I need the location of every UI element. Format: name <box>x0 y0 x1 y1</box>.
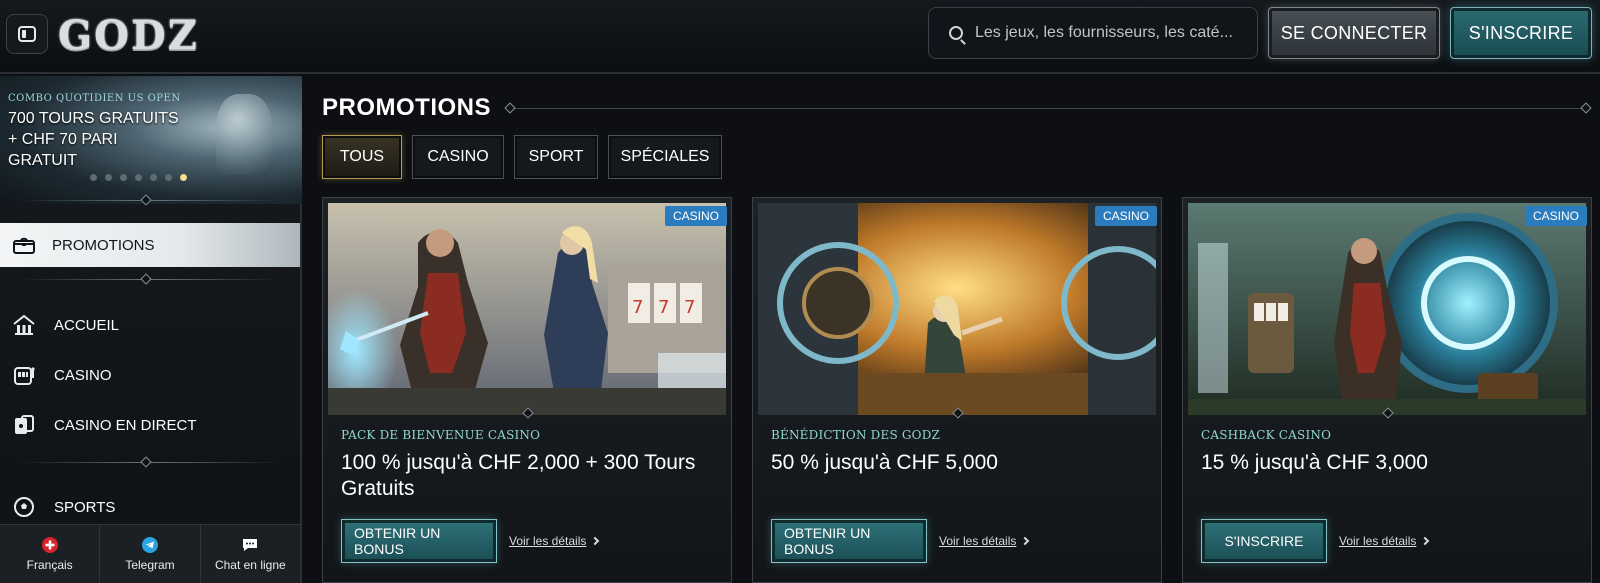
carousel-dot[interactable] <box>150 174 157 181</box>
login-button[interactable]: SE CONNECTER <box>1268 7 1440 59</box>
page-title: PROMOTIONS <box>322 94 492 121</box>
promo-image: 777 <box>328 203 726 415</box>
sidebar-item-promotions[interactable]: PROMOTIONS <box>0 223 300 267</box>
promo-subtitle: CASHBACK CASINO <box>1201 428 1332 442</box>
carousel-dot[interactable] <box>135 174 142 181</box>
chat-bubble-icon <box>243 538 258 551</box>
promo-headline: 15 % jusqu'à CHF 3,000 <box>1201 451 1428 474</box>
telegram-label: Telegram <box>125 557 175 572</box>
search-icon <box>949 26 963 40</box>
svg-text:7: 7 <box>658 297 669 318</box>
sidebar-item-casino[interactable]: CASINO <box>0 355 300 395</box>
title-rule <box>510 108 1584 109</box>
slot-machine-icon <box>12 364 36 386</box>
carousel-dot[interactable] <box>165 174 172 181</box>
search-input[interactable] <box>975 24 1235 42</box>
language-selector[interactable]: Français <box>0 525 101 583</box>
promo-subtitle: BÉNÉDICTION DES GODZ <box>771 428 941 442</box>
chevron-right-icon <box>1421 536 1430 546</box>
tab-casino[interactable]: CASINO <box>412 135 504 179</box>
sidebar-item-live-casino[interactable]: CASINO EN DIRECT <box>0 405 300 445</box>
sidebar-item-label: CASINO <box>54 366 112 384</box>
language-label: Français <box>26 557 73 572</box>
cards-icon <box>12 414 36 436</box>
view-details-label: Voir les détails <box>1339 534 1417 548</box>
tab-sport[interactable]: SPORT <box>514 135 598 179</box>
banner-eyebrow: COMBO QUOTIDIEN US OPEN <box>8 93 181 104</box>
banner-headline: 700 TOURS GRATUITS + CHF 70 PARI GRATUIT <box>8 110 179 169</box>
signup-cta-button[interactable]: S'INSCRIRE <box>1201 519 1327 563</box>
svg-text:7: 7 <box>684 297 695 318</box>
tab-all[interactable]: TOUS <box>322 135 402 179</box>
view-details-link[interactable]: Voir les détails <box>939 534 1030 548</box>
get-bonus-button[interactable]: OBTENIR UN BONUS <box>341 519 497 563</box>
promo-headline: 50 % jusqu'à CHF 5,000 <box>771 451 998 474</box>
carousel-dot[interactable] <box>105 174 112 181</box>
gift-chest-icon <box>12 234 36 256</box>
sidebar-toggle-icon <box>18 26 36 42</box>
sidebar-item-label: CASINO EN DIRECT <box>54 416 197 434</box>
telegram-icon <box>141 536 158 553</box>
divider-ornament <box>140 273 152 285</box>
promo-tabs: TOUS CASINO SPORT SPÉCIALES <box>322 135 722 179</box>
promo-image <box>758 203 1156 415</box>
title-ornament <box>504 102 516 114</box>
promo-headline: 100 % jusqu'à CHF 2,000 + 300 Tours Grat… <box>341 451 696 500</box>
promo-card[interactable]: CASINO BÉNÉDICTION DES GODZ 50 % jusqu'à… <box>752 197 1162 583</box>
title-ornament <box>1580 102 1592 114</box>
category-badge: CASINO <box>1524 206 1587 226</box>
view-details-label: Voir les détails <box>509 534 587 548</box>
divider-ornament <box>140 456 152 468</box>
signup-button[interactable]: S'INSCRIRE <box>1450 7 1592 59</box>
logo[interactable]: GODZ <box>58 12 199 59</box>
carousel-dots <box>90 174 187 181</box>
tab-specials[interactable]: SPÉCIALES <box>608 135 722 179</box>
sidebar-item-sports[interactable]: SPORTS <box>0 487 300 527</box>
live-chat-button[interactable]: Chat en ligne <box>201 525 300 583</box>
promo-cards: 777 CASINO PACK DE BIENVENUE CASINO 100 … <box>322 197 1592 583</box>
soccer-ball-icon <box>12 496 36 518</box>
promo-card[interactable]: 777 CASINO PACK DE BIENVENUE CASINO 100 … <box>322 197 732 583</box>
main-content: PROMOTIONS TOUS CASINO SPORT SPÉCIALES 7… <box>304 76 1600 583</box>
svg-text:7: 7 <box>632 297 643 318</box>
carousel-dot-active[interactable] <box>180 174 187 181</box>
sidebar-item-home[interactable]: ACCUEIL <box>0 305 300 345</box>
sidebar: COMBO QUOTIDIEN US OPEN 700 TOURS GRATUI… <box>0 76 302 583</box>
promo-image <box>1188 203 1586 415</box>
get-bonus-button[interactable]: OBTENIR UN BONUS <box>771 519 927 563</box>
sidebar-item-label: ACCUEIL <box>54 316 120 334</box>
sidebar-item-label: SPORTS <box>54 498 116 516</box>
sidebar-item-label: PROMOTIONS <box>52 236 155 254</box>
search-box[interactable] <box>928 7 1258 59</box>
top-bar: GODZ SE CONNECTER S'INSCRIRE <box>0 0 1600 74</box>
view-details-link[interactable]: Voir les détails <box>509 534 600 548</box>
category-badge: CASINO <box>664 206 727 226</box>
sidebar-promo-banner[interactable]: COMBO QUOTIDIEN US OPEN 700 TOURS GRATUI… <box>0 76 302 204</box>
home-temple-icon <box>12 314 36 336</box>
view-details-link[interactable]: Voir les détails <box>1339 534 1430 548</box>
carousel-dot[interactable] <box>120 174 127 181</box>
carousel-dot[interactable] <box>90 174 97 181</box>
telegram-link[interactable]: Telegram <box>100 525 201 583</box>
sidebar-bottom-bar: Français Telegram Chat en ligne <box>0 524 300 583</box>
view-details-label: Voir les détails <box>939 534 1017 548</box>
category-badge: CASINO <box>1094 206 1157 226</box>
chevron-right-icon <box>1021 536 1030 546</box>
live-chat-label: Chat en ligne <box>214 557 286 572</box>
chevron-right-icon <box>591 536 600 546</box>
sidebar-toggle-button[interactable] <box>6 14 48 54</box>
promo-card[interactable]: CASINO CASHBACK CASINO 15 % jusqu'à CHF … <box>1182 197 1592 583</box>
swiss-flag-icon <box>41 536 58 553</box>
promo-subtitle: PACK DE BIENVENUE CASINO <box>341 428 541 442</box>
banner-artwork <box>216 94 272 174</box>
